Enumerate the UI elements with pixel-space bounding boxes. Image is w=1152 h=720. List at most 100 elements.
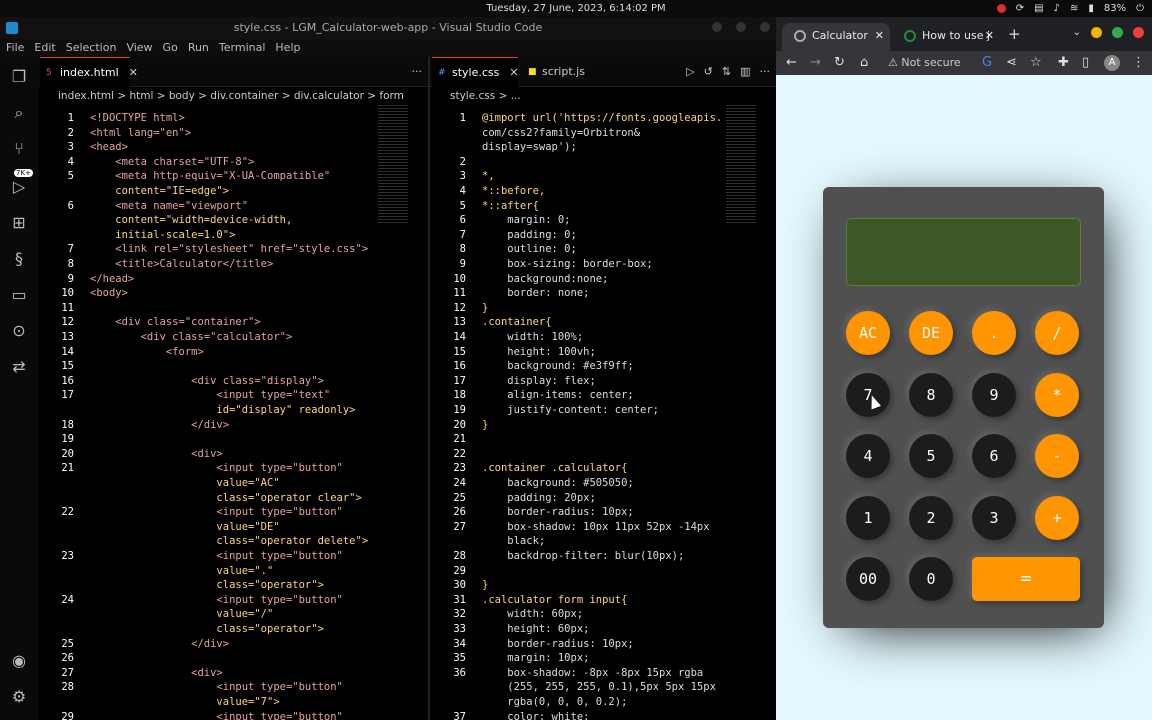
python-icon[interactable]: § <box>9 249 29 269</box>
menu-view[interactable]: View <box>126 39 152 57</box>
extensions-icon[interactable]: ✚ <box>1058 51 1069 75</box>
code-editor-left[interactable]: 1 <!DOCTYPE html> 2 <html lang="en"> 3 <head>… <box>38 105 428 720</box>
calc-key[interactable]: 5 <box>909 434 953 478</box>
tab-index-html[interactable]: 5 index.html ✕ <box>40 57 138 87</box>
split-editor-icon[interactable]: ▥ <box>740 65 750 78</box>
menu-go[interactable]: Go <box>163 39 178 57</box>
battery-icon[interactable]: ▮ <box>1088 0 1094 17</box>
calc-key[interactable]: 2 <box>909 495 953 540</box>
tab-script-js[interactable]: ■ script.js <box>522 57 602 87</box>
calc-key[interactable]: DE <box>909 311 953 355</box>
line-number: 7 <box>459 228 466 241</box>
minimap-right[interactable] <box>726 105 756 225</box>
power-icon[interactable]: ⏻ <box>1136 0 1144 17</box>
calc-key[interactable]: / <box>1035 311 1079 355</box>
settings-gear-icon[interactable]: ⚙ <box>9 687 29 707</box>
calc-key[interactable]: 1 <box>846 495 890 540</box>
calc-key[interactable]: 00 <box>846 557 890 601</box>
calc-key[interactable]: 9 <box>972 372 1016 417</box>
close-tab-icon[interactable]: ✕ <box>129 66 138 79</box>
breadcrumb[interactable]: style.css > ... <box>430 87 776 105</box>
close-tab-icon[interactable]: ✕ <box>985 23 994 49</box>
css-file-icon: # <box>438 68 446 78</box>
bookmark-star-icon[interactable]: ☆ <box>1030 51 1042 75</box>
browser-tab-howto[interactable]: How to use j ✕ <box>892 23 1000 51</box>
explorer-icon[interactable]: ❐ <box>9 67 29 87</box>
address-bar[interactable]: ⚠ Not secure <box>888 54 961 72</box>
code-editor-right[interactable]: 1 @import url('https://fonts.googleapis. c… <box>430 105 776 720</box>
home-icon[interactable]: ⌂ <box>860 51 868 75</box>
calculator: AC DE./7 8 9 * 4 5 6-1 2 3 +00 0 = <box>823 187 1104 628</box>
close-tab-icon[interactable]: ✕ <box>509 66 518 79</box>
tab-style-css[interactable]: # style.css ✕ <box>432 57 519 87</box>
new-tab-button[interactable]: + <box>1008 25 1021 43</box>
line-number: 13 <box>453 316 466 329</box>
calc-key[interactable]: AC <box>846 311 890 355</box>
calc-key[interactable]: 6 <box>972 434 1016 478</box>
menu-file[interactable]: File <box>6 39 24 57</box>
reload-icon[interactable]: ↻ <box>834 51 845 75</box>
clipboard-icon[interactable]: ▤ <box>1034 0 1043 17</box>
menu-help[interactable]: Help <box>275 39 300 57</box>
wifi-icon[interactable]: ≋ <box>1070 0 1078 17</box>
update-icon[interactable]: ⟳ <box>1016 0 1024 17</box>
breadcrumb[interactable]: index.html > html > body > div.container… <box>38 87 428 105</box>
more-actions-icon[interactable]: ··· <box>412 65 423 78</box>
tab-search-icon[interactable]: ⌄ <box>1073 27 1081 38</box>
volume-icon[interactable]: ♪ <box>1054 0 1060 17</box>
calc-key[interactable]: 0 <box>909 557 953 601</box>
forward-icon[interactable]: → <box>810 51 821 75</box>
calculator-display[interactable] <box>846 218 1081 286</box>
minimap-left[interactable] <box>378 105 408 225</box>
run-debug-icon[interactable]: ▷ <box>9 177 29 197</box>
menu-selection[interactable]: Selection <box>66 39 117 57</box>
share-icon[interactable]: ⋖ <box>1006 51 1017 75</box>
folder-icon[interactable]: ▭ <box>9 285 29 305</box>
calc-key[interactable]: 3 <box>972 495 1016 540</box>
maximize-button[interactable] <box>1112 27 1123 38</box>
history-icon[interactable]: ↺ <box>704 65 713 78</box>
calc-key[interactable]: 8 <box>909 372 953 417</box>
line-number: 35 <box>453 652 466 665</box>
code-line: <input type="button" <box>90 462 343 475</box>
search-icon[interactable]: ⌕ <box>9 103 29 123</box>
close-button[interactable] <box>760 22 770 32</box>
browser-tab-calculator[interactable]: Calculator ✕ <box>782 23 890 51</box>
minimize-button[interactable] <box>1091 27 1102 38</box>
menu-terminal[interactable]: Terminal <box>219 39 266 57</box>
calc-key[interactable]: * <box>1035 372 1079 417</box>
calc-key[interactable]: = <box>972 557 1080 601</box>
google-icon[interactable]: G <box>982 51 992 75</box>
extensions-icon[interactable]: ⊞ <box>9 213 29 233</box>
system-clock[interactable]: Tuesday, 27 June, 2023, 6:14:02 PM <box>0 0 1152 17</box>
line-number: 3 <box>67 141 74 154</box>
calc-key[interactable]: 7 <box>846 372 890 417</box>
calc-key[interactable]: . <box>972 311 1016 355</box>
run-icon[interactable]: ▷ <box>686 65 694 78</box>
side-panel-icon[interactable]: ▯ <box>1082 51 1089 75</box>
menu-run[interactable]: Run <box>188 39 209 57</box>
maximize-button[interactable] <box>736 22 746 32</box>
remote-icon[interactable]: ⇄ <box>9 357 29 377</box>
browser-menu-icon[interactable]: ⋮ <box>1132 51 1145 75</box>
minimize-button[interactable] <box>712 22 722 32</box>
account-icon[interactable]: ◉ <box>9 651 29 671</box>
close-button[interactable] <box>1133 27 1144 38</box>
calc-key[interactable]: 4 <box>846 434 890 478</box>
calc-key[interactable]: + <box>1035 495 1079 540</box>
profile-avatar[interactable]: A <box>1104 55 1120 71</box>
code-line: <input type="text" <box>90 389 331 402</box>
notification-icon[interactable] <box>996 4 1006 13</box>
code-line: <body> <box>90 287 128 300</box>
compare-icon[interactable]: ⇅ <box>722 65 731 78</box>
git-graph-icon[interactable]: ⊙ <box>9 321 29 341</box>
browser-tab-strip: Calculator ✕ How to use j ✕ + ⌄ <box>776 17 1152 51</box>
back-icon[interactable]: ← <box>786 51 797 75</box>
code-line: <div> <box>90 447 223 460</box>
source-control-icon[interactable]: ⑂ <box>9 139 29 159</box>
close-tab-icon[interactable]: ✕ <box>875 23 884 49</box>
more-actions-icon[interactable]: ··· <box>760 65 771 78</box>
menu-edit[interactable]: Edit <box>34 39 55 57</box>
calc-key[interactable]: - <box>1035 434 1079 478</box>
activity-bar: ❐ ⌕ ⑂ 7K+ ▷ ⊞ § ▭ ⊙ ⇄ ◉ ⚙ <box>0 57 38 720</box>
